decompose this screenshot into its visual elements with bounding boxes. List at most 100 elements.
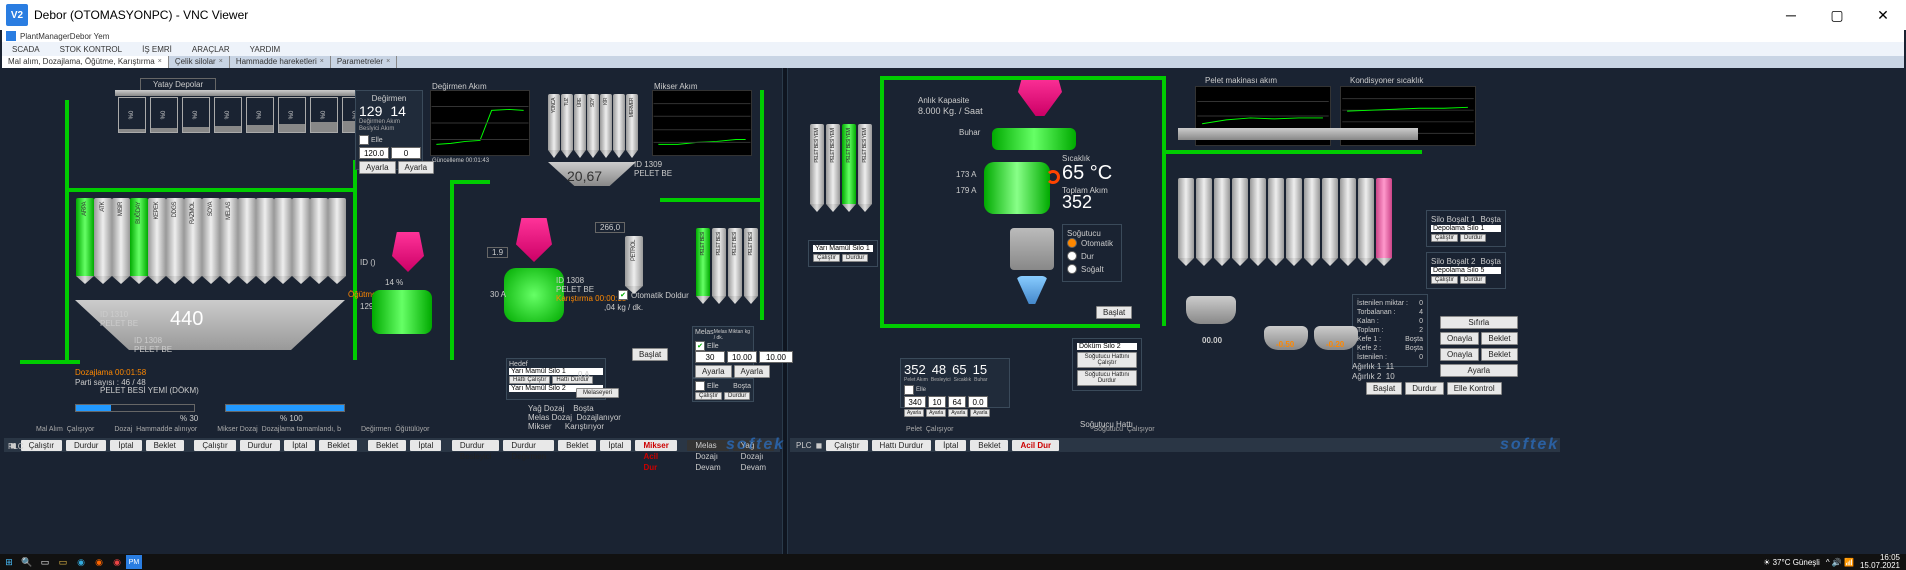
radio-otomatik[interactable] <box>1067 238 1077 248</box>
beklet-button[interactable]: Beklet <box>970 440 1008 451</box>
menu-isemri[interactable]: İŞ EMRİ <box>132 45 182 54</box>
hedef2-combo[interactable]: Yarı Mamül Silo 1 <box>813 245 873 252</box>
beklet-button[interactable]: Beklet <box>558 440 596 451</box>
clock[interactable]: 16:0515.07.2021 <box>1860 554 1900 570</box>
durdur-button[interactable]: Durdur <box>1460 234 1486 242</box>
ayarla-button[interactable]: Ayarla <box>359 161 396 174</box>
menu-scada[interactable]: SCADA <box>2 45 50 54</box>
ayarla-button[interactable]: Ayarla <box>695 365 732 378</box>
menu-araclar[interactable]: ARAÇLAR <box>182 45 240 54</box>
beklet-button[interactable]: Beklet <box>319 440 357 451</box>
hatti-durdur-button[interactable]: Hattı Durdur <box>872 440 932 451</box>
window-minimize-button[interactable]: ─ <box>1768 0 1814 30</box>
ayarla-button[interactable]: Ayarla <box>926 409 946 417</box>
melas-devam-button[interactable]: Melas Dozajı Devam <box>687 440 728 451</box>
sifirla-button[interactable]: Sıfırla <box>1440 316 1518 329</box>
beklet-button[interactable]: Beklet <box>146 440 184 451</box>
radio-sogalt[interactable] <box>1067 264 1077 274</box>
firefox-icon[interactable]: ◉ <box>90 554 108 570</box>
calistir-button[interactable]: Çalıştır <box>1431 276 1458 284</box>
ro-in[interactable] <box>928 396 946 408</box>
menu-stok[interactable]: STOK KONTROL <box>50 45 133 54</box>
mikser-acil-dur-button[interactable]: Mikser Acil Dur <box>635 440 676 451</box>
tab-celik[interactable]: Çelik silolar× <box>169 56 230 68</box>
sogutucu-calistir-button[interactable]: Soğutucu Hattını Çalıştır <box>1077 352 1137 368</box>
onayla-button[interactable]: Onayla <box>1440 332 1479 345</box>
sogutucu-durdur-button[interactable]: Soğutucu Hattını Durdur <box>1077 370 1137 386</box>
degirmen-setB[interactable] <box>391 147 421 159</box>
onayla-button[interactable]: Onayla <box>1440 348 1479 361</box>
acil-dur-button[interactable]: Acil Dur <box>1012 440 1059 451</box>
hatti-calistir-button[interactable]: Hattı Çalıştır <box>509 376 550 384</box>
edge-icon[interactable]: ◉ <box>72 554 90 570</box>
calistir-button[interactable]: Çalıştır <box>1431 234 1458 242</box>
durdur-button[interactable]: Durdur <box>842 254 868 262</box>
baslat-button[interactable]: Başlat <box>1366 382 1402 395</box>
iptal-button[interactable]: İptal <box>600 440 631 451</box>
beklet-button[interactable]: Beklet <box>1481 348 1517 361</box>
degirmen-setA[interactable] <box>359 147 389 159</box>
baslat-button[interactable]: Başlat <box>632 348 668 361</box>
system-tray[interactable]: ☀ 37°C Güneşli ^ 🔊 📶 16:0515.07.2021 <box>1763 554 1906 570</box>
ayarla-button[interactable]: Ayarla <box>904 409 924 417</box>
tab-hammadde[interactable]: Hammadde hareketleri× <box>230 56 331 68</box>
durdur-button[interactable]: Durdur <box>1405 382 1443 395</box>
durdur-degirmen-button[interactable]: Durdur Değirmen <box>503 440 554 451</box>
start-button[interactable]: ⊞ <box>0 554 18 570</box>
close-icon[interactable]: × <box>320 56 324 68</box>
calistir-button[interactable]: Çalıştır <box>21 440 62 451</box>
ayarla-button[interactable]: Ayarla <box>1440 364 1518 377</box>
durdur-button[interactable]: Durdur <box>1460 276 1486 284</box>
close-icon[interactable]: × <box>386 56 390 68</box>
chrome-icon[interactable]: ◉ <box>108 554 126 570</box>
oto-doldur-checkbox[interactable]: ✔ <box>618 290 628 300</box>
ayarla-button[interactable]: Ayarla <box>734 365 771 378</box>
melas-in2[interactable] <box>727 351 757 363</box>
calistir-button[interactable]: Çalıştır <box>826 440 867 451</box>
melas-in1[interactable] <box>695 351 725 363</box>
elle-checkbox[interactable] <box>904 385 914 395</box>
depolama-combo[interactable]: Depolama Silo 1 <box>1431 225 1501 232</box>
ro-in[interactable] <box>904 396 926 408</box>
window-maximize-button[interactable]: ▢ <box>1814 0 1860 30</box>
search-icon[interactable]: 🔍 <box>18 554 36 570</box>
calistir-button[interactable]: Çalıştır <box>194 440 235 451</box>
elle-kontrol-button[interactable]: Elle Kontrol <box>1447 382 1502 395</box>
radio-dur[interactable] <box>1067 251 1077 261</box>
ayarla-button[interactable]: Ayarla <box>398 161 435 174</box>
iptal-button[interactable]: İptal <box>110 440 141 451</box>
window-close-button[interactable]: ✕ <box>1860 0 1906 30</box>
close-icon[interactable]: × <box>219 56 223 68</box>
calistir-button[interactable]: Çalıştır <box>695 392 722 400</box>
durdur-button[interactable]: Durdur <box>724 392 750 400</box>
app-pm-icon[interactable]: PM <box>126 555 142 569</box>
menu-yardim[interactable]: YARDIM <box>240 45 291 54</box>
depolama-combo[interactable]: Depolama Silo 5 <box>1431 267 1501 274</box>
durdur-button[interactable]: Durdur <box>240 440 280 451</box>
beklet-button[interactable]: Beklet <box>368 440 406 451</box>
melaseyeri-button[interactable]: Melaseyeri <box>576 388 619 398</box>
weather[interactable]: ☀ 37°C Güneşli <box>1763 558 1820 567</box>
durdur-besleyici-button[interactable]: Durdur Besleyici <box>452 440 500 451</box>
iptal-button[interactable]: İptal <box>284 440 315 451</box>
ayarla-button[interactable]: Ayarla <box>970 409 990 417</box>
melas-elle-checkbox[interactable]: ✔ <box>695 341 705 351</box>
tab-parametreler[interactable]: Parametreler× <box>331 56 397 68</box>
elle-checkbox[interactable] <box>695 381 705 391</box>
durdur-button[interactable]: Durdur <box>66 440 106 451</box>
explorer-icon[interactable]: ▭ <box>54 554 72 570</box>
calistir-button[interactable]: Çalıştır <box>813 254 840 262</box>
ayarla-button[interactable]: Ayarla <box>948 409 968 417</box>
ro-in[interactable] <box>968 396 988 408</box>
taskbar[interactable]: ⊞ 🔍 ▭ ▭ ◉ ◉ ◉ PM ☀ 37°C Güneşli ^ 🔊 📶 16… <box>0 554 1906 570</box>
baslat-button[interactable]: Başlat <box>1096 306 1132 319</box>
melas-in3[interactable] <box>759 351 793 363</box>
taskview-icon[interactable]: ▭ <box>36 554 54 570</box>
iptal-button[interactable]: İptal <box>935 440 966 451</box>
close-icon[interactable]: × <box>158 56 162 68</box>
dokum-combo[interactable]: Döküm Silo 2 <box>1077 343 1137 350</box>
ro-in[interactable] <box>948 396 966 408</box>
beklet-button[interactable]: Beklet <box>1481 332 1517 345</box>
tab-dozajlama[interactable]: Mal alım, Dozajlama, Öğütme, Karıştırma× <box>2 56 169 68</box>
tray-icons[interactable]: ^ 🔊 📶 <box>1826 558 1854 567</box>
